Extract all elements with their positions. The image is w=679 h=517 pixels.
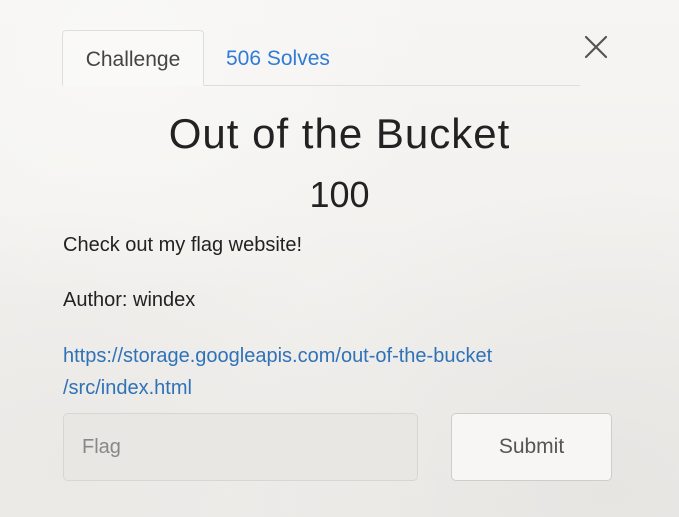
submit-button[interactable]: Submit: [451, 413, 612, 481]
flag-input[interactable]: [63, 413, 418, 481]
tab-challenge[interactable]: Challenge: [62, 30, 204, 86]
challenge-author: Author: windex: [63, 289, 196, 311]
tab-solves[interactable]: 506 Solves: [226, 30, 330, 85]
close-button[interactable]: [581, 32, 611, 62]
challenge-modal: Challenge 506 Solves Out of the Bucket 1…: [0, 0, 679, 517]
challenge-title: Out of the Bucket: [168, 110, 511, 157]
challenge-link[interactable]: https://storage.googleapis.com/out-of-th…: [63, 340, 563, 404]
close-icon: [584, 35, 608, 59]
modal-tabs: Challenge 506 Solves: [62, 30, 580, 86]
challenge-points: 100: [309, 174, 370, 215]
challenge-link-line-1: https://storage.googleapis.com/out-of-th…: [63, 345, 493, 367]
challenge-description: Check out my flag website!: [63, 234, 302, 256]
challenge-link-line-2: /src/index.html: [63, 377, 192, 399]
